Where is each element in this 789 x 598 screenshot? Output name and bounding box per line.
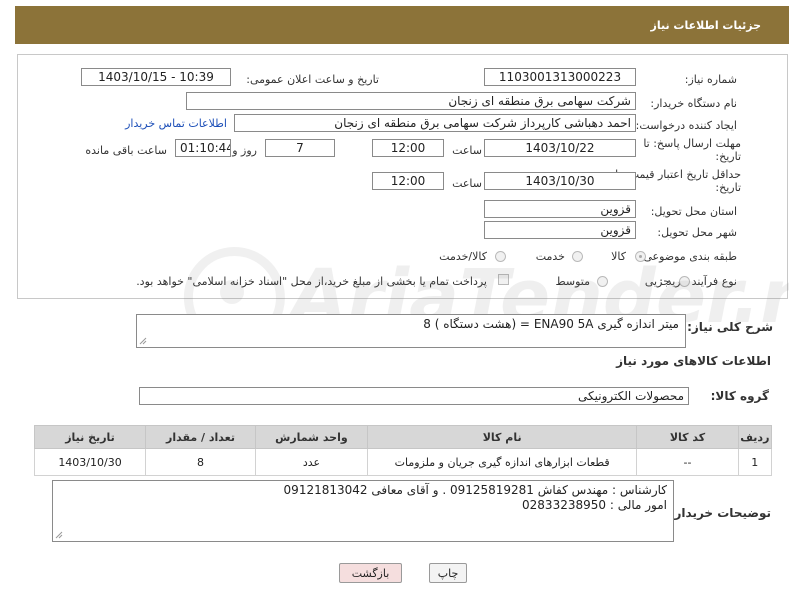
goods-group-label: گروه کالا: (710, 389, 769, 403)
treasury-payment-checkbox[interactable] (498, 274, 509, 285)
col-header-quantity: تعداد / مقدار (145, 425, 256, 449)
process-type-label: نوع فرآیند خرید : (659, 275, 737, 288)
province-field[interactable]: قزوین (484, 200, 636, 218)
process-medium-label: متوسط (555, 275, 590, 288)
category-label: طبقه بندی موضوعی: (639, 250, 737, 263)
price-validity-date-field[interactable]: 1403/10/30 (484, 172, 636, 190)
days-label: روز و (232, 144, 257, 157)
page-title: جزئیات اطلاعات نیاز (650, 19, 762, 32)
col-header-need-date: تاریخ نیاز (33, 425, 147, 449)
summary-text: میتر اندازه گیری ENA90 5A = (هشت دستگاه … (423, 317, 679, 331)
table-row[interactable]: 1 -- قطعات ابزارهای اندازه گیری جریان و … (33, 448, 773, 476)
resize-grip-icon[interactable] (55, 531, 63, 539)
page-header: جزئیات اطلاعات نیاز (15, 6, 789, 44)
table-header-row: ردیف کد کالا نام کالا واحد شمارش تعداد /… (33, 425, 773, 449)
buyer-notes-line-2: امور مالی : 02833238950 (522, 498, 667, 512)
cell-item-name: قطعات ابزارهای اندازه گیری جریان و ملزوم… (366, 448, 638, 476)
buyer-notes-label: توضیحات خریدار: (669, 506, 771, 520)
process-minor-radio[interactable] (679, 276, 690, 287)
summary-textarea[interactable]: میتر اندازه گیری ENA90 5A = (هشت دستگاه … (136, 314, 686, 348)
category-service-radio[interactable] (572, 251, 583, 262)
need-number-field[interactable]: 1103001313000223 (484, 68, 636, 86)
buyer-contact-link[interactable]: اطلاعات تماس خریدار (125, 117, 227, 130)
creator-field[interactable]: احمد دهباشی کارپرداز شرکت سهامی برق منطق… (234, 114, 636, 132)
process-medium-radio[interactable] (597, 276, 608, 287)
summary-label: شرح کلی نیاز: (687, 320, 773, 334)
deadline-time-label: ساعت (452, 144, 482, 157)
province-label: استان محل تحویل: (650, 205, 737, 218)
buyer-notes-textarea[interactable]: کارشناس : مهندس کفاش 09125819281 . و آقا… (52, 480, 674, 542)
remaining-days-field[interactable]: 7 (265, 139, 335, 157)
category-service-label: خدمت (535, 250, 565, 263)
cell-row-number: 1 (737, 448, 773, 476)
cell-item-code: -- (636, 448, 739, 476)
col-header-item-code: کد کالا (636, 425, 739, 449)
category-goods-service-label: کالا/خدمت (439, 250, 487, 263)
deadline-label: مهلت ارسال پاسخ: تا تاریخ: (643, 137, 741, 163)
goods-group-field[interactable]: محصولات الکترونیکی (139, 387, 689, 405)
cell-unit: عدد (254, 448, 368, 476)
cell-need-date: 1403/10/30 (33, 448, 147, 476)
col-header-row-number: ردیف (737, 425, 773, 449)
category-goods-service-radio[interactable] (495, 251, 506, 262)
resize-grip-icon[interactable] (139, 337, 147, 345)
col-header-unit: واحد شمارش (254, 425, 368, 449)
buyer-org-field[interactable]: شرکت سهامی برق منطقه ای زنجان (186, 92, 636, 110)
category-goods-label: کالا (611, 250, 626, 263)
cell-quantity: 8 (145, 448, 256, 476)
col-header-item-name: نام کالا (366, 425, 638, 449)
remaining-time-label: ساعت باقی مانده (85, 144, 167, 157)
goods-section-title: اطلاعات کالاهای مورد نیاز (616, 354, 771, 368)
deadline-time-field[interactable]: 12:00 (372, 139, 444, 157)
buyer-notes-line-1: کارشناس : مهندس کفاش 09125819281 . و آقا… (283, 483, 667, 497)
need-details-panel: شماره نیاز: 1103001313000223 تاریخ و ساع… (17, 54, 788, 299)
print-button[interactable]: چاپ (429, 563, 467, 583)
remaining-time-field[interactable]: 01:10:44 (175, 139, 231, 157)
goods-table: ردیف کد کالا نام کالا واحد شمارش تعداد /… (33, 425, 773, 476)
creator-label: ایجاد کننده درخواست: (635, 119, 737, 132)
price-validity-time-field[interactable]: 12:00 (372, 172, 444, 190)
back-button[interactable]: بازگشت (339, 563, 402, 583)
announce-datetime-label: تاریخ و ساعت اعلان عمومی: (246, 73, 379, 86)
price-validity-time-label: ساعت (452, 177, 482, 190)
category-goods-radio[interactable] (635, 251, 646, 262)
process-minor-label: جزیی (644, 275, 670, 288)
treasury-payment-note: پرداخت تمام یا بخشی از مبلغ خرید،از محل … (136, 275, 487, 288)
buyer-org-label: نام دستگاه خریدار: (650, 97, 737, 110)
need-number-label: شماره نیاز: (684, 73, 737, 86)
city-label: شهر محل تحویل: (657, 226, 737, 239)
deadline-date-field[interactable]: 1403/10/22 (484, 139, 636, 157)
announce-datetime-field[interactable]: 1403/10/15 - 10:39 (81, 68, 231, 86)
city-field[interactable]: قزوین (484, 221, 636, 239)
